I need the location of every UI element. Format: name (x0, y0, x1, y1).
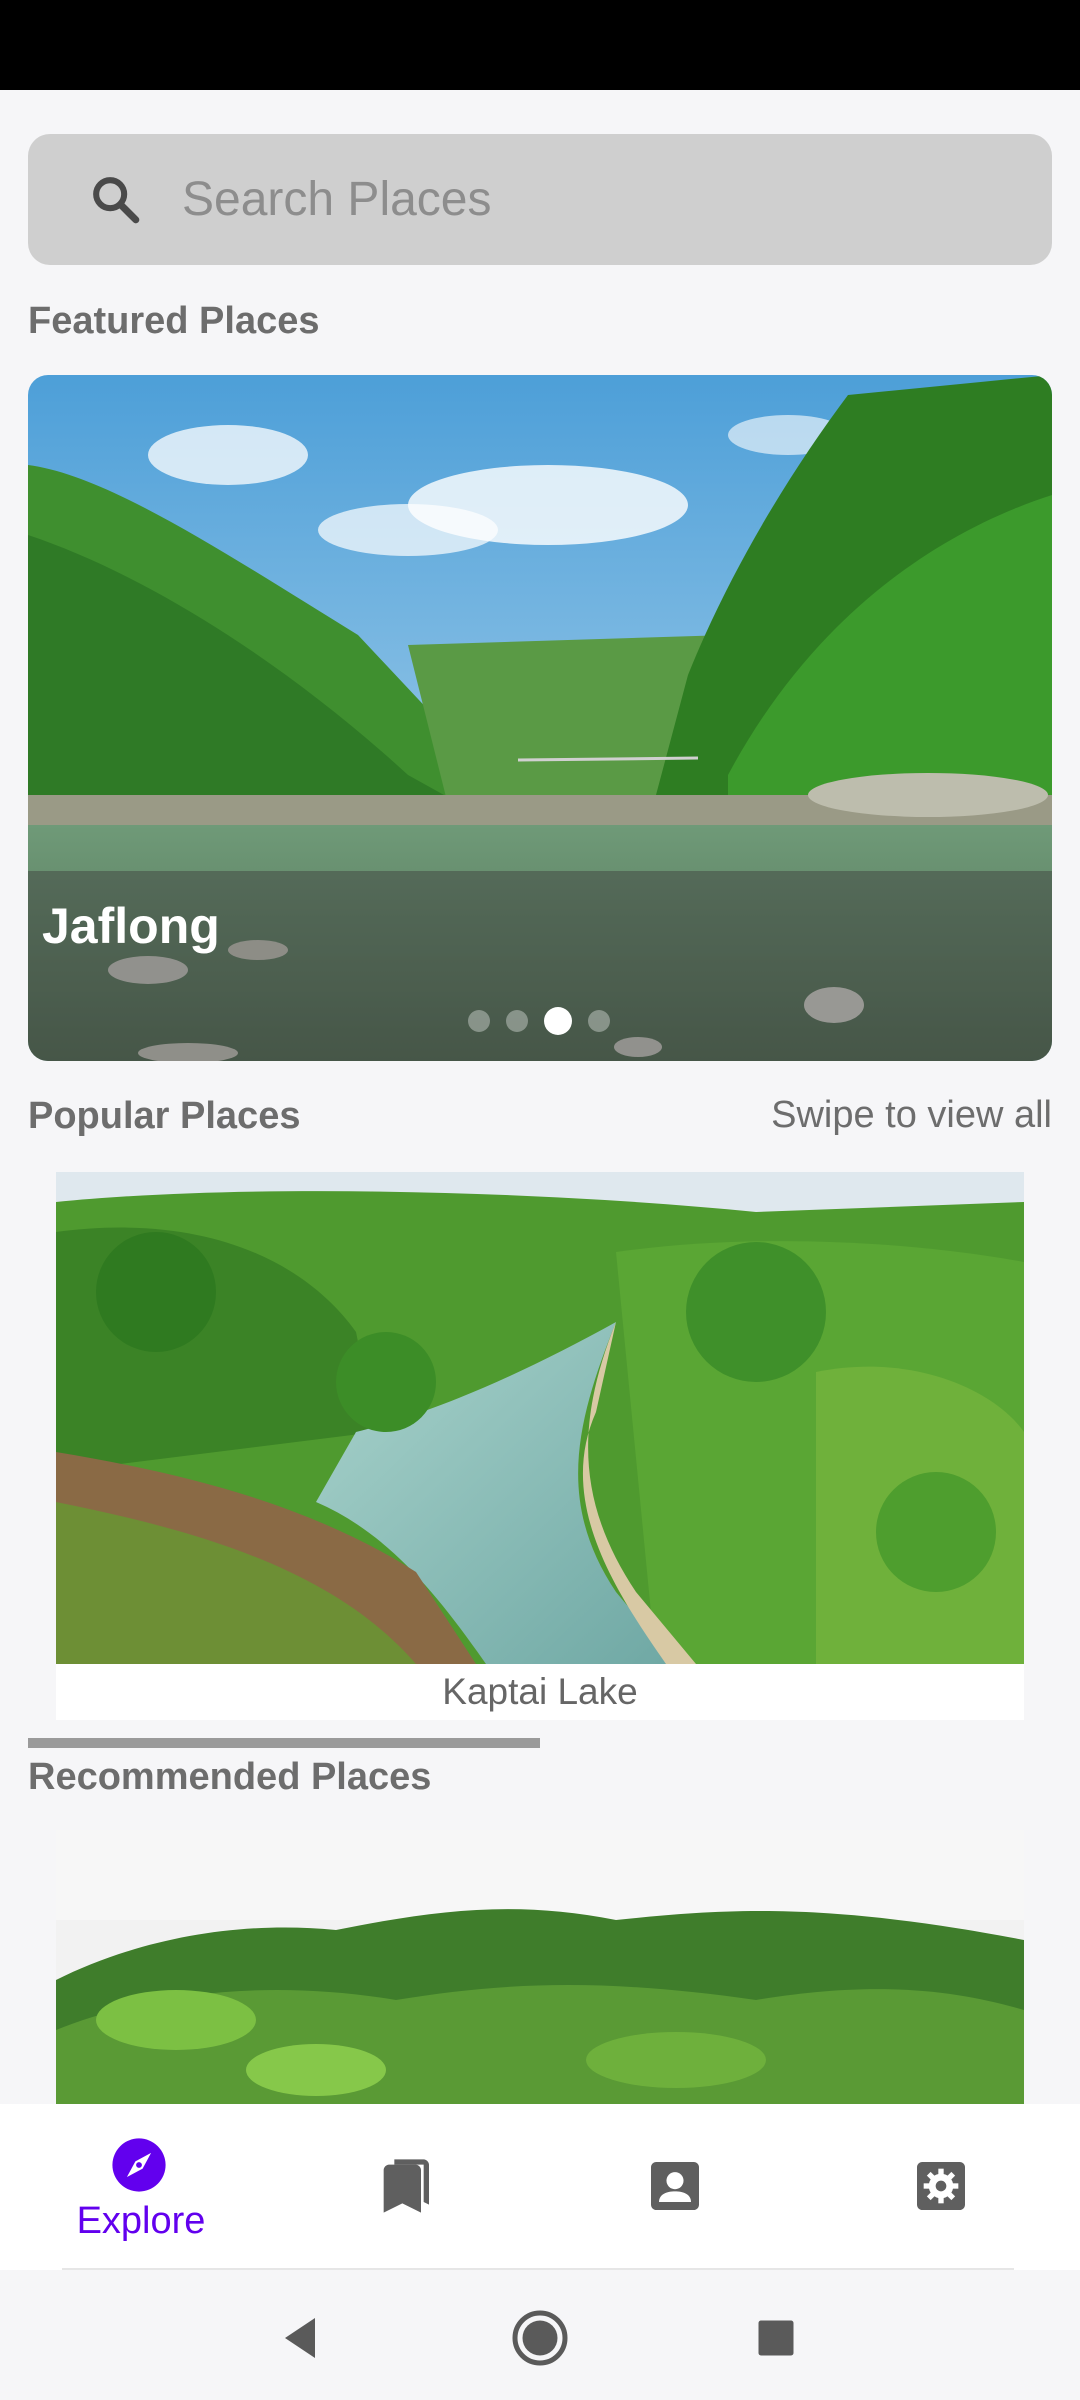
back-icon[interactable] (270, 2308, 330, 2368)
home-icon[interactable] (510, 2308, 570, 2368)
system-navigation-bar (0, 2270, 1080, 2400)
featured-section-title: Featured Places (28, 300, 320, 342)
nav-label-explore: Explore (76, 2200, 206, 2242)
recommended-section-title: Recommended Places (28, 1756, 432, 1798)
nav-item-bookmarks[interactable] (270, 2104, 540, 2270)
bookmarks-icon (383, 2159, 429, 2213)
swipe-hint: Swipe to view all (771, 1094, 1052, 1136)
featured-card[interactable]: Jaflong (28, 375, 1052, 1061)
nav-item-settings[interactable] (806, 2104, 1076, 2270)
pager-dot-active (544, 1007, 572, 1035)
popular-place-name: Kaptai Lake (442, 1671, 638, 1712)
search-icon (93, 177, 140, 224)
status-bar (0, 0, 1080, 90)
popular-place-photo (56, 1172, 1024, 1664)
horizontal-scroll-indicator (28, 1738, 540, 1748)
pager-dot (506, 1010, 528, 1032)
pager-dot (468, 1010, 490, 1032)
carousel-pager (468, 1007, 610, 1035)
settings-icon (917, 2162, 965, 2210)
recommended-place-card[interactable] (56, 1830, 1024, 2105)
recents-icon[interactable] (746, 2308, 806, 2368)
popular-section-title: Popular Places (28, 1095, 301, 1137)
bottom-navigation: Explore (0, 2104, 1080, 2270)
contact-icon (651, 2162, 699, 2210)
search-placeholder: Search Places (182, 173, 492, 226)
featured-place-name: Jaflong (42, 898, 220, 954)
search-input[interactable]: Search Places (28, 134, 1052, 265)
recommended-place-photo (56, 1830, 1024, 2105)
popular-place-card[interactable]: Kaptai Lake (56, 1172, 1024, 1720)
compass-icon (112, 2138, 166, 2192)
pager-dot (588, 1010, 610, 1032)
nav-item-profile[interactable] (540, 2104, 810, 2270)
nav-item-explore[interactable]: Explore (6, 2104, 276, 2270)
